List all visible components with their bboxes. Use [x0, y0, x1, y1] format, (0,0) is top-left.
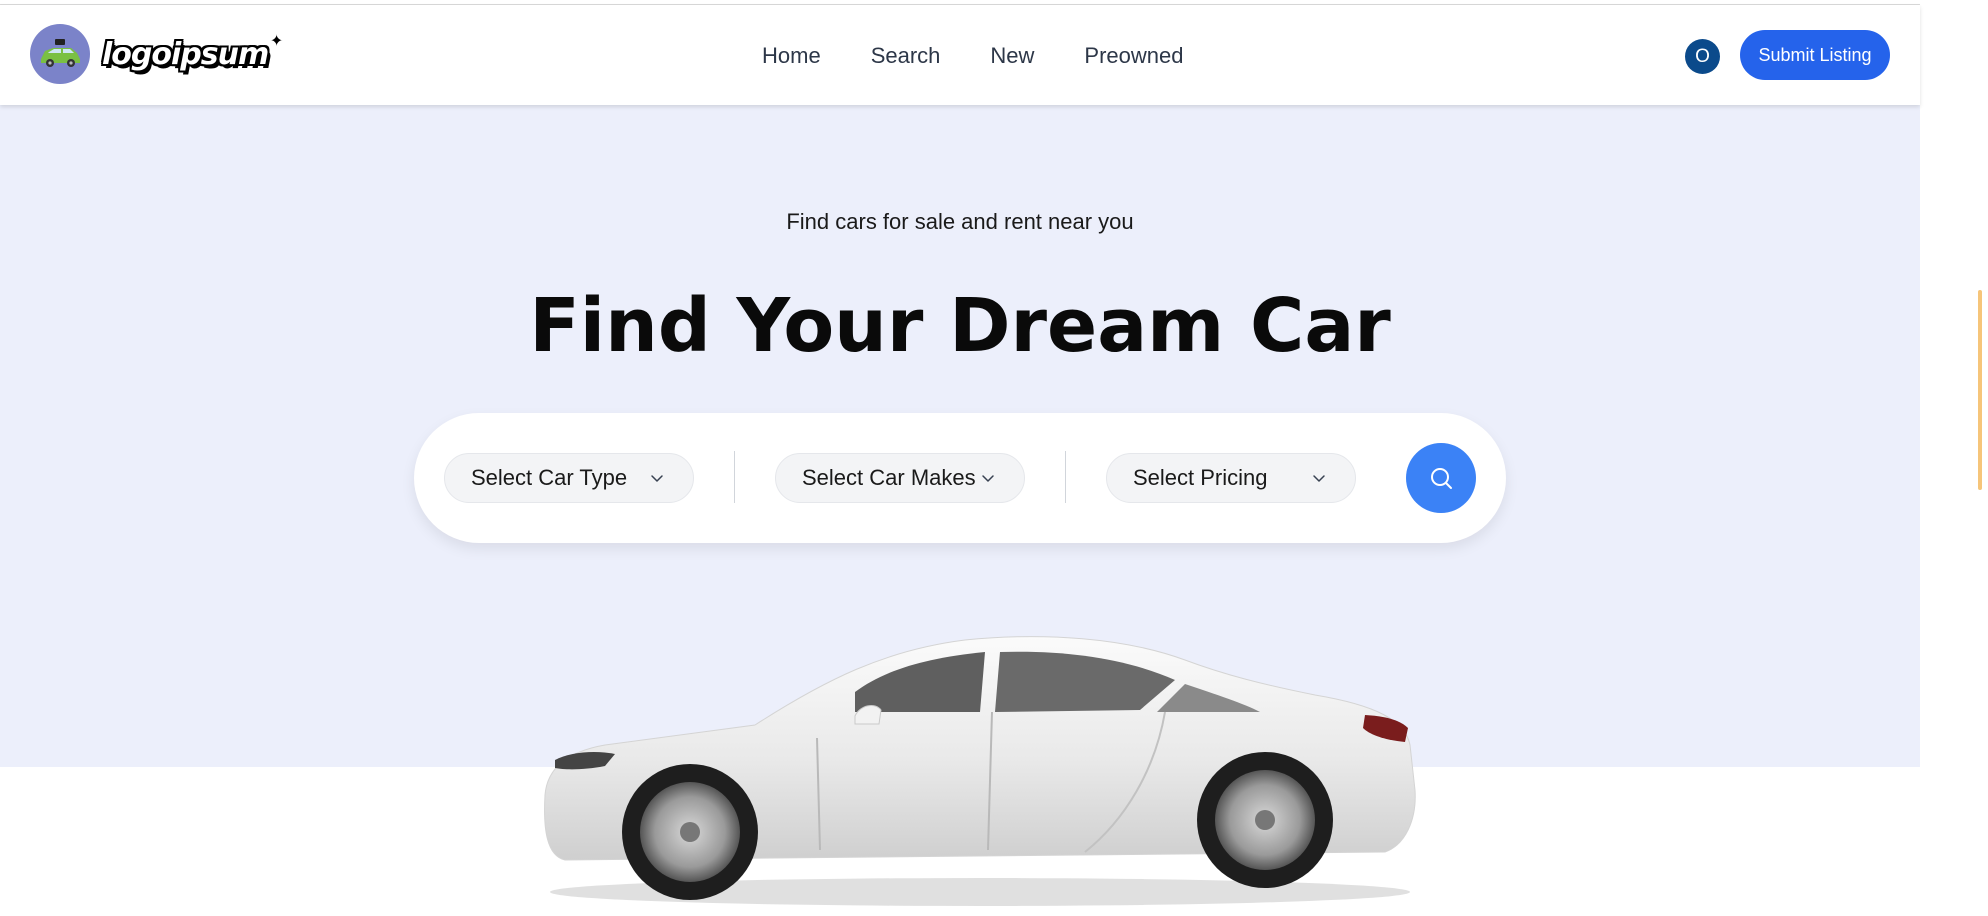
nav-search[interactable]: Search	[871, 41, 941, 71]
page: logoipsum ✦ Home Search New Preowned O Su…	[0, 0, 1988, 916]
chevron-down-icon	[651, 475, 663, 482]
car-makes-label: Select Car Makes	[802, 465, 976, 490]
main-nav: Home Search New Preowned	[762, 41, 1234, 71]
pricing-label: Select Pricing	[1133, 465, 1268, 490]
car-type-label: Select Car Type	[471, 465, 628, 490]
car-image	[544, 636, 1416, 906]
site-header: logoipsum ✦ Home Search New Preowned O Su…	[0, 5, 1920, 105]
search-bar: Select Car Type Select Car Makes Select …	[414, 413, 1506, 543]
car-type-select[interactable]: Select Car Type	[444, 453, 694, 503]
search-divider	[1065, 451, 1066, 503]
hero-subtitle: Find cars for sale and rent near you	[786, 209, 1134, 234]
car-logo-icon	[30, 24, 90, 84]
nav-preowned[interactable]: Preowned	[1084, 41, 1183, 71]
nav-home[interactable]: Home	[762, 41, 821, 71]
logo-wordmark: logoipsum ✦	[102, 30, 283, 72]
pricing-select[interactable]: Select Pricing	[1106, 453, 1356, 503]
chevron-down-icon	[1313, 475, 1325, 482]
hero-title: Find Your Dream Car	[529, 283, 1391, 369]
submit-listing-button[interactable]: Submit Listing	[1740, 30, 1890, 80]
logo[interactable]: logoipsum ✦	[30, 24, 283, 84]
search-divider	[734, 451, 735, 503]
nav-new[interactable]: New	[990, 41, 1034, 71]
search-icon	[1431, 468, 1452, 489]
page-scrollbar[interactable]	[1978, 290, 1982, 490]
search-button[interactable]	[1406, 443, 1476, 513]
user-avatar[interactable]: O	[1685, 39, 1720, 74]
chevron-down-icon	[982, 475, 994, 482]
car-makes-select[interactable]: Select Car Makes	[775, 453, 1025, 503]
